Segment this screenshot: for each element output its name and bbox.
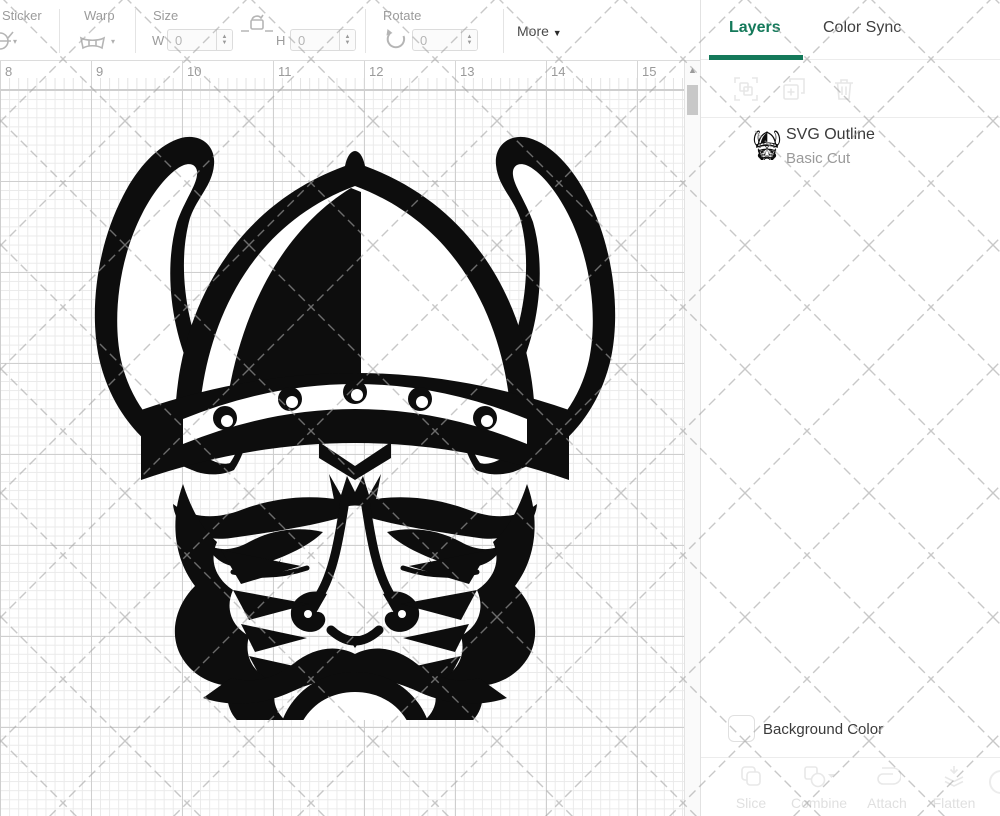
background-color-row: Background Color — [701, 702, 1000, 757]
layer-title: SVG Outline — [786, 126, 875, 144]
attach-button[interactable]: Attach — [853, 764, 921, 811]
delete-button[interactable] — [831, 76, 857, 102]
bottom-actions-bar: Slice Combine Attach Flatten — [701, 757, 1000, 816]
sticker-section-label: Sticker — [2, 8, 42, 23]
toolbar-divider — [503, 9, 504, 53]
height-input[interactable] — [291, 30, 339, 50]
width-input-group: ▲▼ — [167, 29, 233, 51]
width-stepper[interactable]: ▲▼ — [216, 30, 232, 50]
height-stepper[interactable]: ▲▼ — [339, 30, 355, 50]
size-section-label: Size — [153, 8, 178, 23]
layers-panel: Layers Color Sync SVG Outline Basic Cut — [700, 0, 1000, 816]
more-button[interactable]: More ▼ — [517, 23, 562, 39]
warp-dropdown-caret[interactable]: ▾ — [111, 37, 115, 46]
background-color-swatch[interactable] — [728, 715, 755, 742]
tab-color-sync[interactable]: Color Sync — [823, 19, 901, 37]
design-canvas[interactable] — [0, 90, 684, 816]
group-button[interactable] — [733, 76, 759, 102]
height-input-group: ▲▼ — [290, 29, 356, 51]
more-label: More — [517, 23, 549, 39]
scrollbar-thumb[interactable] — [687, 85, 698, 115]
ruler-tick-label: 12 — [369, 64, 383, 79]
more-dropdown-caret: ▼ — [553, 28, 562, 38]
ruler-tick-label: 15 — [642, 64, 656, 79]
scroll-up-arrow-icon[interactable]: ▲ — [685, 65, 700, 75]
toolbar-divider — [59, 9, 60, 53]
layer-subtitle: Basic Cut — [786, 150, 850, 167]
layer-thumbnail-viking — [753, 130, 781, 160]
ruler-tick-label: 9 — [96, 64, 103, 79]
tab-layers[interactable]: Layers — [729, 19, 781, 37]
rotate-icon[interactable] — [384, 28, 407, 56]
toolbar-divider — [135, 9, 136, 53]
height-label: H — [276, 33, 285, 48]
ruler-tick-label: 13 — [460, 64, 474, 79]
ruler-tick-label: 11 — [278, 64, 292, 79]
attach-label: Attach — [853, 795, 921, 811]
background-color-label: Background Color — [763, 721, 883, 738]
ruler-tick-label: 10 — [187, 64, 201, 79]
slice-label: Slice — [717, 795, 785, 811]
rotate-stepper[interactable]: ▲▼ — [461, 30, 477, 50]
ruler-tick-label: 8 — [5, 64, 12, 79]
sticker-dropdown-caret[interactable]: ▾ — [13, 37, 17, 46]
width-label: W — [152, 33, 164, 48]
partial-action-icon[interactable] — [989, 770, 1000, 794]
flatten-button[interactable]: Flatten — [920, 764, 988, 811]
toolbar-divider — [365, 9, 366, 53]
top-toolbar: Sticker ▾ Warp ▾ Size W ▲▼ H ▲▼ — [0, 0, 700, 60]
warp-section-label: Warp — [84, 8, 115, 23]
combine-button[interactable]: Combine — [785, 764, 853, 811]
ruler-tick-label: 14 — [551, 64, 565, 79]
rotate-section-label: Rotate — [383, 8, 421, 23]
slice-button[interactable]: Slice — [717, 764, 785, 811]
horizontal-ruler: 8 9 10 11 12 13 14 15 — [0, 60, 684, 90]
combine-label: Combine — [785, 795, 853, 811]
app-window: Sticker ▾ Warp ▾ Size W ▲▼ H ▲▼ — [0, 0, 1000, 816]
viking-mascot-artwork[interactable] — [85, 128, 625, 720]
layer-item-svg-outline[interactable]: SVG Outline Basic Cut — [701, 118, 1000, 188]
rotate-input[interactable] — [413, 30, 461, 50]
aspect-lock-icon[interactable] — [239, 9, 275, 38]
panel-tabs: Layers Color Sync — [701, 0, 1000, 60]
rotate-input-group: ▲▼ — [412, 29, 478, 51]
warp-icon[interactable] — [79, 34, 106, 57]
flatten-label: Flatten — [920, 795, 988, 811]
canvas-vertical-scrollbar[interactable]: ▲ — [684, 60, 700, 816]
width-input[interactable] — [168, 30, 216, 50]
duplicate-button[interactable] — [781, 76, 807, 102]
layer-tools-row — [701, 60, 1000, 118]
